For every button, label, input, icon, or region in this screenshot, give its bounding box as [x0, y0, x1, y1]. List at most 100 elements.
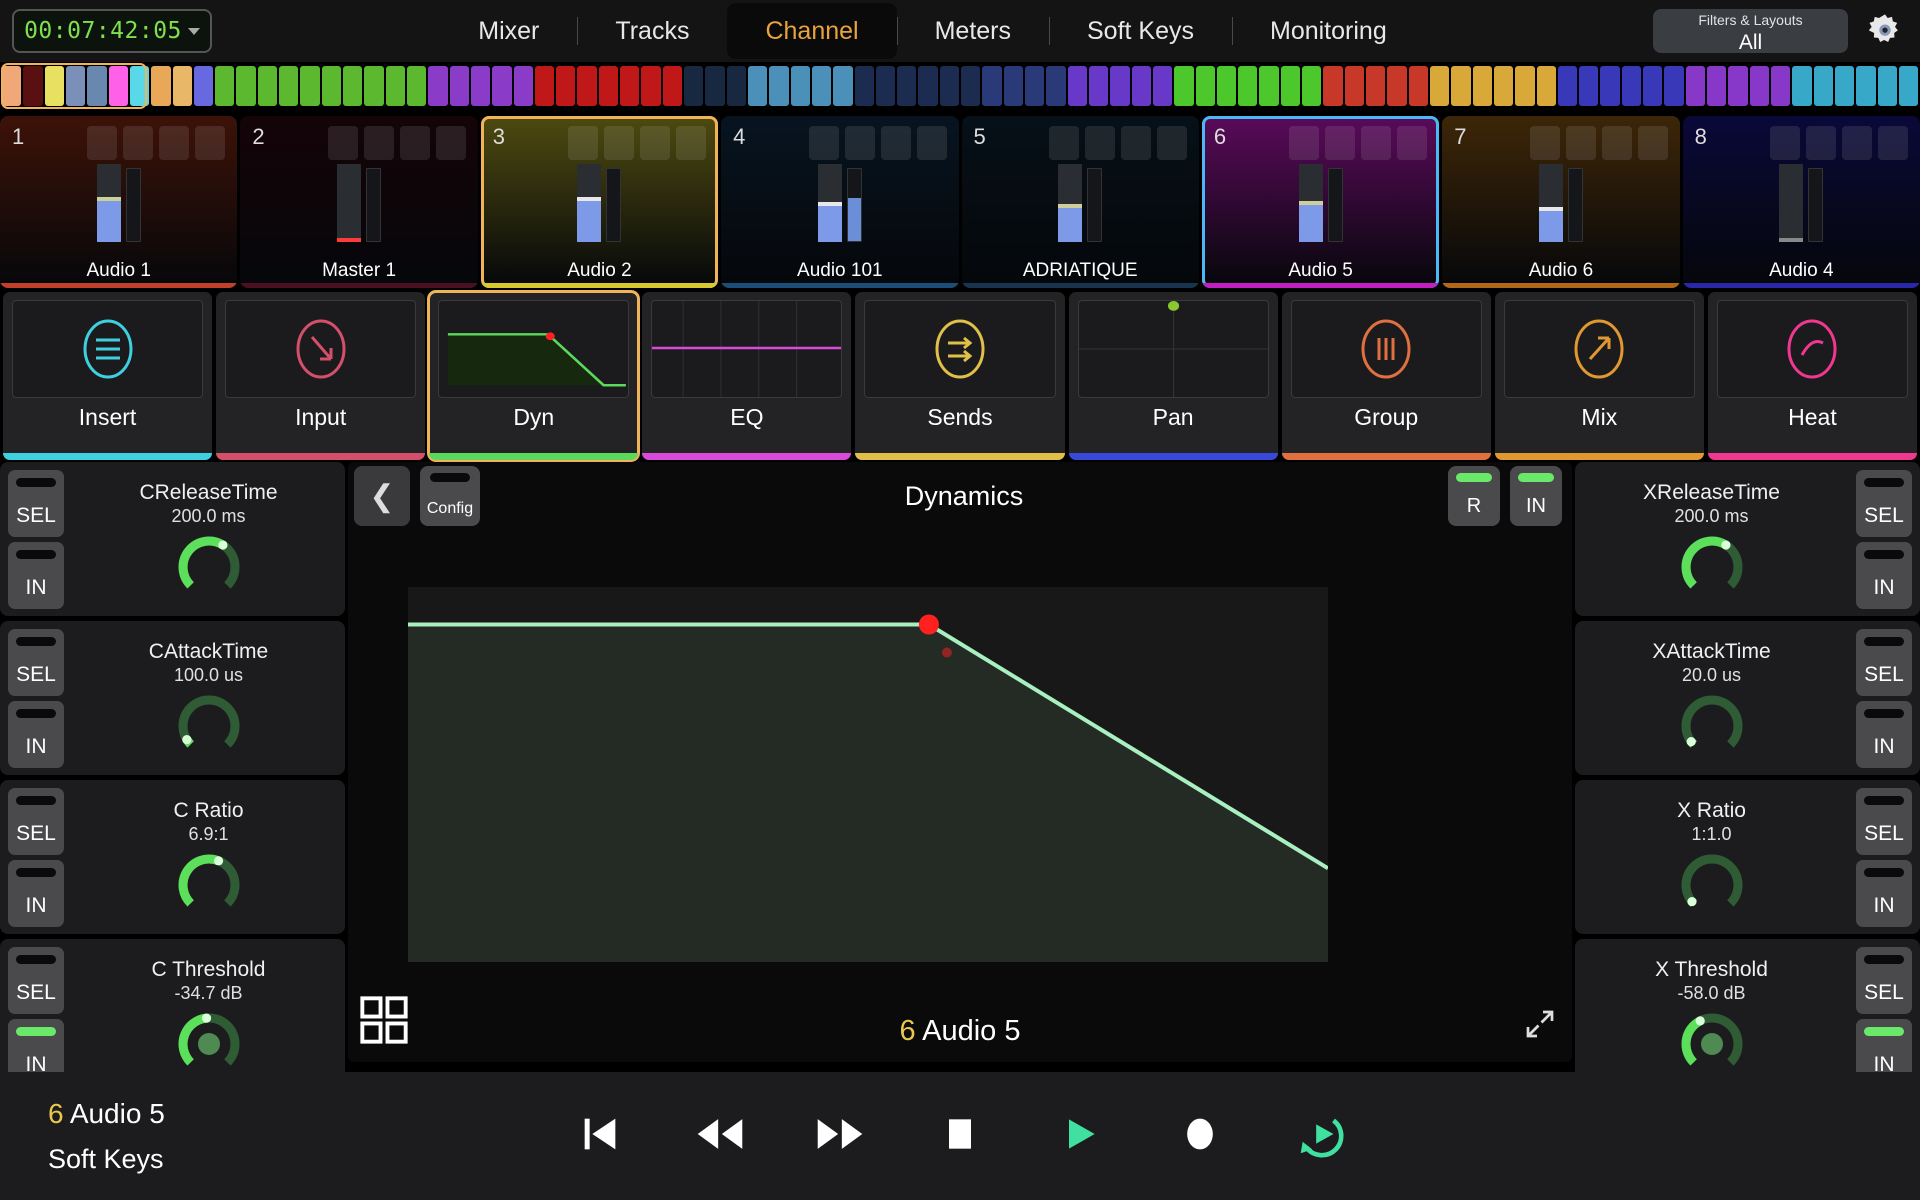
ribbon-segment[interactable] — [1770, 66, 1791, 106]
ribbon-segment[interactable] — [1408, 66, 1428, 106]
ribbon-segment[interactable] — [982, 66, 1002, 106]
dynamics-transfer-graph[interactable] — [408, 587, 1330, 962]
ribbon-segment[interactable] — [513, 66, 533, 106]
tab-monitoring[interactable]: Monitoring — [1232, 3, 1425, 59]
ribbon-segment[interactable] — [1877, 66, 1897, 106]
channel-color-ribbon[interactable] — [0, 62, 1920, 110]
channel-mini-button[interactable] — [1048, 126, 1079, 160]
function-tab-group[interactable]: Group — [1281, 292, 1491, 460]
channel-mini-button[interactable] — [880, 126, 911, 160]
param-knob[interactable] — [173, 531, 245, 603]
ribbon-segment[interactable] — [961, 66, 981, 106]
channel-mini-button[interactable] — [568, 126, 599, 160]
ribbon-segment[interactable] — [1472, 66, 1492, 106]
expand-diagonal-icon[interactable] — [1522, 1006, 1558, 1042]
channel-mini-button[interactable] — [327, 126, 358, 160]
tab-meters[interactable]: Meters — [896, 3, 1049, 59]
ribbon-segment[interactable] — [87, 66, 107, 106]
ribbon-segment[interactable] — [534, 66, 555, 106]
param-knob[interactable] — [173, 1008, 245, 1080]
channel-fader[interactable] — [337, 164, 362, 242]
channel-mini-button[interactable] — [1842, 126, 1872, 160]
ribbon-segment[interactable] — [556, 66, 576, 106]
param-knob[interactable] — [173, 849, 245, 921]
param-knob[interactable] — [1676, 1008, 1748, 1080]
channel-mini-button[interactable] — [1878, 126, 1908, 160]
ribbon-segment[interactable] — [620, 66, 640, 106]
channel-mini-button[interactable] — [363, 126, 394, 160]
channel-mini-button[interactable] — [1361, 126, 1392, 160]
channel-mini-button[interactable] — [604, 126, 635, 160]
param-sel-button[interactable]: SEL — [1856, 469, 1912, 537]
ribbon-segment[interactable] — [1728, 66, 1748, 106]
ribbon-segment[interactable] — [1387, 66, 1407, 106]
ribbon-segment[interactable] — [1643, 66, 1663, 106]
ribbon-segment[interactable] — [598, 66, 619, 106]
play-button[interactable] — [1053, 1109, 1107, 1163]
param-sel-button[interactable]: SEL — [8, 787, 64, 855]
ribbon-segment[interactable] — [1280, 66, 1301, 106]
ribbon-segment[interactable] — [811, 66, 832, 106]
function-tab-mix[interactable]: Mix — [1494, 292, 1704, 460]
ribbon-segment[interactable] — [2, 66, 22, 106]
ribbon-segment[interactable] — [1515, 66, 1535, 106]
ribbon-segment[interactable] — [790, 66, 810, 106]
channel-mini-button[interactable] — [1565, 126, 1596, 160]
chevron-left-icon[interactable]: ❮ — [354, 466, 410, 526]
ribbon-segment[interactable] — [1025, 66, 1045, 106]
param-in-button[interactable]: IN — [8, 700, 64, 768]
ribbon-segment[interactable] — [1216, 66, 1237, 106]
channel-fader[interactable] — [96, 164, 121, 242]
record-button[interactable] — [1173, 1109, 1227, 1163]
channel-button-row[interactable] — [1529, 126, 1668, 160]
param-sel-button[interactable]: SEL — [8, 628, 64, 696]
ribbon-segment[interactable] — [1174, 66, 1194, 106]
ribbon-segment[interactable] — [129, 66, 150, 106]
ribbon-segment[interactable] — [1600, 66, 1620, 106]
stop-button[interactable] — [933, 1109, 987, 1163]
channel-mini-button[interactable] — [916, 126, 947, 160]
param-in-button[interactable]: IN — [8, 859, 64, 927]
ribbon-segment[interactable] — [705, 66, 725, 106]
param-sel-button[interactable]: SEL — [1856, 628, 1912, 696]
function-tab-input[interactable]: Input — [216, 292, 426, 460]
param-sel-button[interactable]: SEL — [8, 946, 64, 1014]
tab-mixer[interactable]: Mixer — [440, 3, 577, 59]
channel-card-4[interactable]: 4 Audio 101 — [721, 116, 959, 288]
channel-mini-button[interactable] — [1601, 126, 1632, 160]
ribbon-segment[interactable] — [1792, 66, 1812, 106]
chevron-down-icon[interactable] — [187, 27, 200, 35]
ribbon-segment[interactable] — [492, 66, 512, 106]
param-sel-button[interactable]: SEL — [1856, 787, 1912, 855]
gear-icon[interactable] — [1862, 8, 1908, 54]
loop-button[interactable] — [1293, 1109, 1347, 1163]
ribbon-segment[interactable] — [406, 66, 427, 106]
ribbon-segment[interactable] — [1493, 66, 1514, 106]
ribbon-segment[interactable] — [726, 66, 746, 106]
channel-mini-button[interactable] — [1529, 126, 1560, 160]
ribbon-segment[interactable] — [1834, 66, 1855, 106]
ribbon-segment[interactable] — [1366, 66, 1386, 106]
function-tab-heat[interactable]: Heat — [1707, 292, 1917, 460]
channel-mini-button[interactable] — [123, 126, 154, 160]
ribbon-segment[interactable] — [769, 66, 789, 106]
ribbon-segment[interactable] — [1323, 66, 1343, 106]
tab-channel[interactable]: Channel — [727, 3, 897, 59]
ribbon-segment[interactable] — [108, 66, 128, 106]
ribbon-segment[interactable] — [1664, 66, 1684, 106]
channel-fader[interactable] — [1058, 164, 1083, 242]
ribbon-segment[interactable] — [385, 66, 405, 106]
ribbon-segment[interactable] — [577, 66, 597, 106]
ribbon-segment[interactable] — [1131, 66, 1151, 106]
channel-card-6[interactable]: 6 Audio 5 — [1201, 116, 1440, 288]
ribbon-segment[interactable] — [279, 66, 299, 106]
dynamics-in-button[interactable]: IN — [1510, 466, 1562, 526]
ribbon-segment[interactable] — [1429, 66, 1450, 106]
ribbon-segment[interactable] — [1238, 66, 1258, 106]
ribbon-segment[interactable] — [449, 66, 469, 106]
ribbon-segment[interactable] — [1685, 66, 1705, 106]
channel-mini-button[interactable] — [1325, 126, 1356, 160]
ribbon-segment[interactable] — [364, 66, 384, 106]
channel-card-3[interactable]: 3 Audio 2 — [480, 116, 719, 288]
tab-soft-keys[interactable]: Soft Keys — [1049, 3, 1232, 59]
